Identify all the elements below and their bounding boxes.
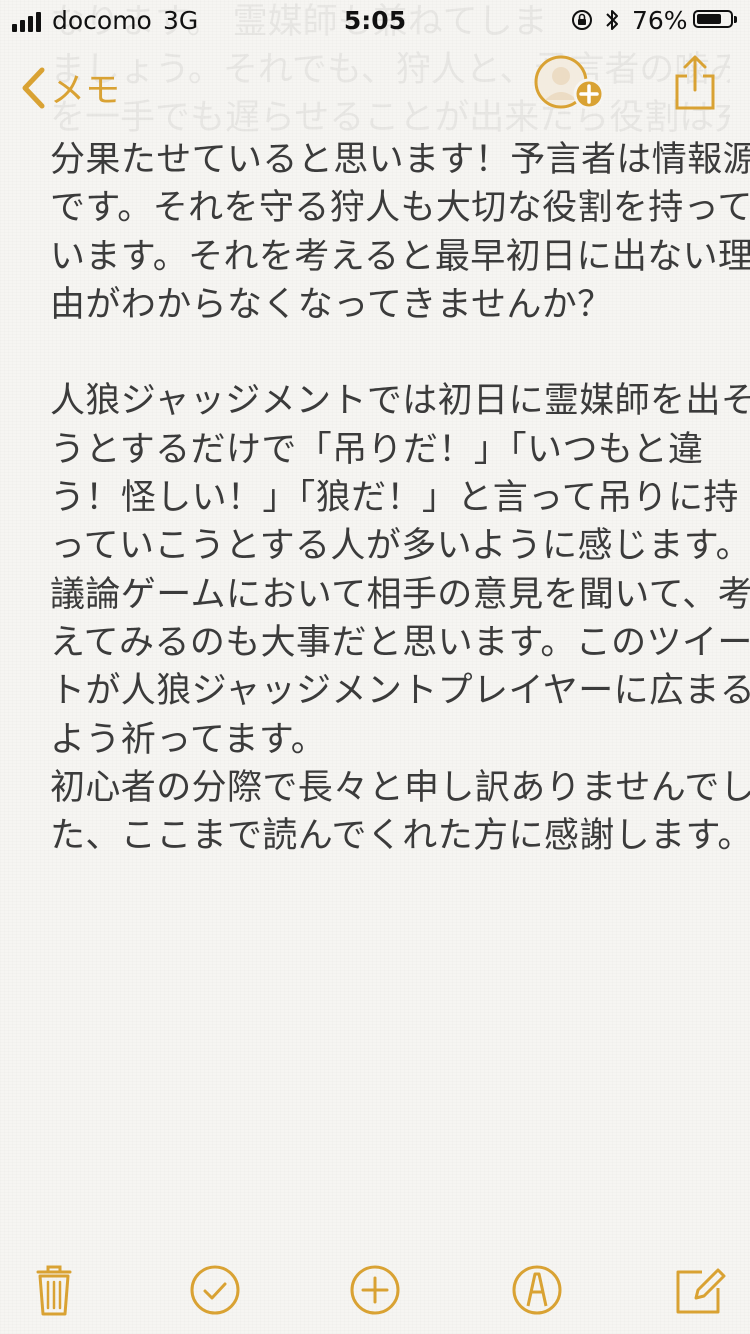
- text-line: っていこうとする人が多いように感じます。: [50, 526, 750, 567]
- text-line: う！怪しい！」「狼だ！」と言って吊りに持: [50, 478, 739, 519]
- share-icon[interactable]: [673, 54, 717, 112]
- battery-percent: 76%: [632, 6, 688, 35]
- add-person-icon[interactable]: [533, 54, 605, 114]
- add-icon[interactable]: [347, 1262, 403, 1318]
- note-body[interactable]: 分果たせていると思います！予言者は情報源 です。それを守る狩人も大切な役割を持っ…: [50, 136, 750, 860]
- orientation-lock-icon: [572, 10, 592, 30]
- battery-icon: [693, 10, 737, 28]
- text-line: 分果たせていると思います！予言者は情報源: [50, 140, 750, 180]
- paragraph: 人狼ジャッジメントでは初日に霊媒師を出そ うとするだけで「吊りだ！」「いつもと違…: [50, 377, 750, 860]
- text-line: トが人狼ジャッジメントプレイヤーに広まる: [50, 671, 750, 712]
- back-button[interactable]: メモ: [20, 62, 120, 113]
- text-line: です。それを守る狩人も大切な役割を持って: [50, 188, 750, 229]
- navigation-bar: メモ: [0, 40, 750, 128]
- bottom-toolbar: [0, 1250, 750, 1334]
- paragraph: 分果たせていると思います！予言者は情報源 です。それを守る狩人も大切な役割を持っ…: [50, 136, 750, 329]
- bluetooth-icon: [606, 10, 618, 30]
- text-line: 由がわからなくなってきませんか？: [50, 284, 613, 325]
- text-line: 議論ゲームにおいて相手の意見を聞いて、考: [50, 574, 750, 615]
- chevron-left-icon: [22, 67, 45, 108]
- compose-icon[interactable]: [672, 1262, 728, 1318]
- text-line: 人狼ジャッジメントでは初日に霊媒師を出そ: [50, 381, 750, 422]
- back-label: メモ: [50, 71, 121, 111]
- text-line: うとするだけで「吊りだ！」「いつもと違: [50, 429, 704, 470]
- trash-icon[interactable]: [26, 1262, 82, 1318]
- checklist-icon[interactable]: [187, 1262, 243, 1318]
- text-line: 初心者の分際で長々と申し訳ありませんでし: [50, 767, 750, 808]
- text-line: よう祈ってます。: [50, 719, 327, 760]
- text-line: た、ここまで読んでくれた方に感謝します。: [50, 816, 750, 857]
- sketch-icon[interactable]: [509, 1262, 565, 1318]
- text-line: えてみるのも大事だと思います。このツイー: [50, 622, 750, 663]
- status-bar: docomo 3G 5:05 76%: [0, 0, 750, 40]
- text-line: います。それを考えると最早初日に出ない理: [50, 236, 750, 277]
